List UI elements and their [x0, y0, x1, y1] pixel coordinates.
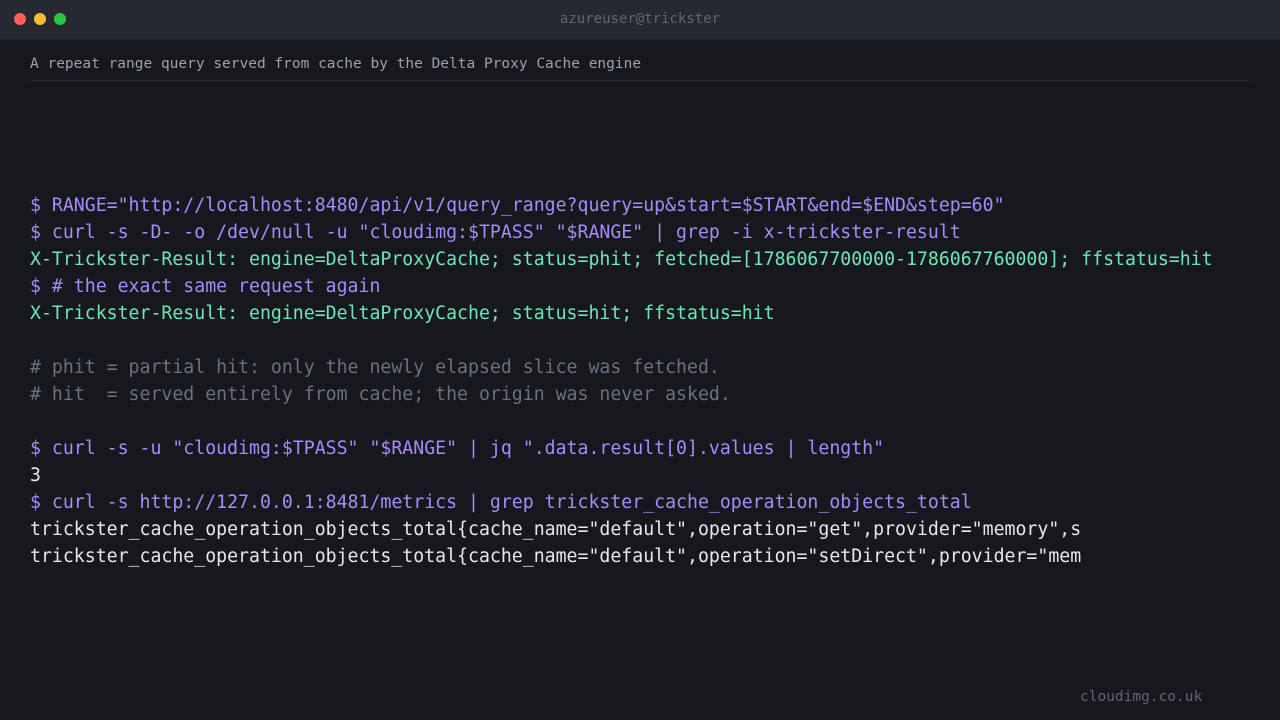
terminal-line: X-Trickster-Result: engine=DeltaProxyCac… — [30, 249, 1213, 270]
terminal-line: $ # the exact same request again — [30, 276, 381, 297]
caption: A repeat range query served from cache b… — [30, 56, 642, 72]
terminal-line: $ curl -s -u "cloudimg:$TPASS" "$RANGE" … — [30, 438, 885, 459]
terminal-line: # hit = served entirely from cache; the … — [30, 384, 731, 405]
terminal-line: # phit = partial hit: only the newly ela… — [30, 357, 720, 378]
title-bar: azureuser@trickster — [0, 0, 1280, 40]
terminal-window: azureuser@trickster A repeat range query… — [0, 0, 1280, 720]
window-title: azureuser@trickster — [559, 11, 721, 27]
terminal-line: trickster_cache_operation_objects_total{… — [30, 519, 1082, 540]
terminal-line: X-Trickster-Result: engine=DeltaProxyCac… — [30, 303, 775, 324]
terminal-line: 3 — [30, 465, 41, 486]
footer-brand: cloudimg.co.uk — [1080, 689, 1203, 705]
terminal-line: trickster_cache_operation_objects_total{… — [30, 546, 1082, 567]
terminal-line: $ RANGE="http://localhost:8480/api/v1/qu… — [30, 195, 1005, 216]
terminal-line: $ curl -s http://127.0.0.1:8481/metrics … — [30, 492, 972, 513]
terminal-output[interactable]: $ RANGE="http://localhost:8480/api/v1/qu… — [30, 192, 1250, 584]
caption-divider — [30, 80, 1250, 81]
terminal-line: $ curl -s -D- -o /dev/null -u "cloudimg:… — [30, 222, 961, 243]
